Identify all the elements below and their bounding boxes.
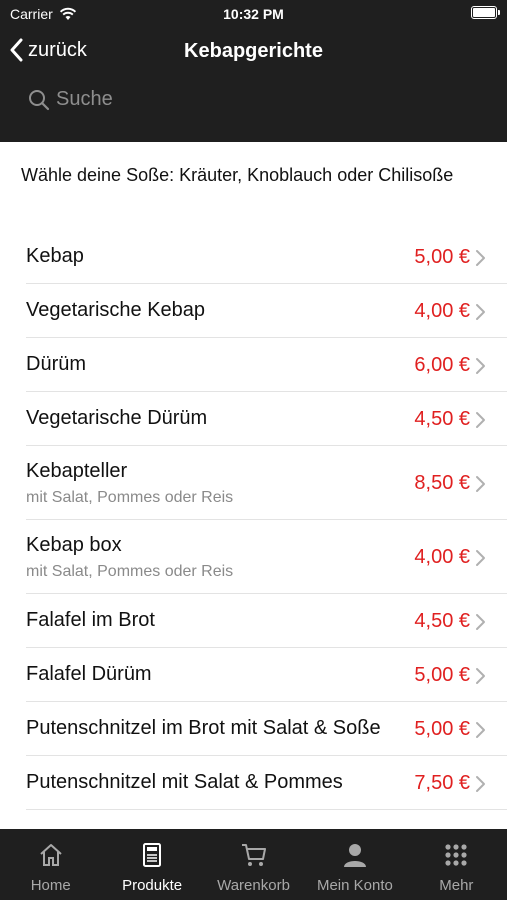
tab-mehr[interactable]: Mehr <box>406 829 507 900</box>
item-price: 5,00 € <box>414 664 470 686</box>
list-item[interactable]: Vegetarische Dürüm 4,50 € <box>26 392 507 446</box>
chevron-right-icon <box>476 358 485 374</box>
tab-bar: Home Produkte Warenkorb Mein Konto Mehr <box>0 829 507 900</box>
item-name: Putenschnitzel im Brot mit Salat & Soße <box>26 717 381 739</box>
item-price: 4,50 € <box>414 408 470 430</box>
search-icon <box>29 89 50 110</box>
chevron-right-icon <box>476 550 485 566</box>
tab-label: Mein Konto <box>316 877 393 894</box>
tab-label: Produkte <box>122 877 183 894</box>
item-price: 8,50 € <box>414 472 470 494</box>
item-name: Putenschnitzel mit Salat & Pommes <box>26 771 343 793</box>
product-list: Kebap 5,00 € Vegetarische Kebap 4,00 € Dürüm… <box>0 230 507 810</box>
chevron-right-icon <box>476 668 485 684</box>
list-item[interactable]: Dürüm 6,00 € <box>26 338 507 392</box>
item-name: Kebap <box>26 245 84 267</box>
item-price: 7,50 € <box>414 772 470 794</box>
navigation-bar: zurück Kebapgerichte <box>0 34 507 70</box>
item-name: Falafel Dürüm <box>26 663 152 685</box>
list-item[interactable]: Kebap 5,00 € <box>26 230 507 284</box>
person-icon <box>341 841 369 877</box>
chevron-right-icon <box>476 722 485 738</box>
tab-label: Home <box>30 877 71 894</box>
list-item[interactable]: Vegetarische Kebap 4,00 € <box>26 284 507 338</box>
item-price: 4,00 € <box>414 300 470 322</box>
cart-icon <box>240 841 268 877</box>
item-name: Falafel im Brot <box>26 609 155 631</box>
status-bar: Carrier 10:32 PM <box>0 0 507 28</box>
item-price: 5,00 € <box>414 246 470 268</box>
chevron-right-icon <box>476 412 485 428</box>
item-price: 5,00 € <box>414 718 470 740</box>
grid-dots-icon <box>442 841 470 877</box>
chevron-right-icon <box>476 304 485 320</box>
item-name: Dürüm <box>26 353 87 375</box>
home-icon <box>37 841 65 877</box>
list-item[interactable]: Falafel Dürüm 5,00 € <box>26 648 507 702</box>
tab-produkte[interactable]: Produkte <box>101 829 202 900</box>
tab-mein-konto[interactable]: Mein Konto <box>304 829 405 900</box>
tab-label: Mehr <box>439 877 474 894</box>
item-price: 6,00 € <box>414 354 470 376</box>
chevron-right-icon <box>476 776 485 792</box>
status-time: 10:32 PM <box>223 6 284 22</box>
item-name: Vegetarische Kebap <box>26 299 206 321</box>
item-name: Kebap box <box>26 534 122 556</box>
chevron-right-icon <box>476 614 485 630</box>
item-description: mit Salat, Pommes oder Reis <box>26 489 234 506</box>
chevron-right-icon <box>476 476 485 492</box>
list-item[interactable]: Kebap box mit Salat, Pommes oder Reis 4,00… <box>26 520 507 594</box>
list-item[interactable]: Falafel im Brot 4,50 € <box>26 594 507 648</box>
search-field[interactable]: Suche <box>28 88 113 111</box>
list-item[interactable]: Putenschnitzel im Brot mit Salat & Soße 5… <box>26 702 507 756</box>
sauce-note: Wähle deine Soße: Kräuter, Knoblauch ode… <box>21 165 454 185</box>
item-price: 4,50 € <box>414 610 470 632</box>
header: Carrier 10:32 PM zurück Kebapgerichte Su… <box>0 0 507 142</box>
battery-icon <box>471 6 500 19</box>
item-price: 4,00 € <box>414 546 470 568</box>
list-item[interactable]: Kebapteller mit Salat, Pommes oder Reis 8,… <box>26 446 507 520</box>
search-placeholder: Suche <box>56 88 113 110</box>
list-item[interactable]: Putenschnitzel mit Salat & Pommes 7,50 € <box>26 756 507 810</box>
tab-warenkorb[interactable]: Warenkorb <box>203 829 304 900</box>
item-name: Kebapteller <box>26 460 128 482</box>
tab-label: Warenkorb <box>217 877 290 894</box>
chevron-right-icon <box>476 250 485 266</box>
item-name: Vegetarische Dürüm <box>26 407 208 429</box>
tab-home[interactable]: Home <box>0 829 101 900</box>
page-title: Kebapgerichte <box>184 40 323 62</box>
item-description: mit Salat, Pommes oder Reis <box>26 563 234 580</box>
menu-card-icon <box>138 841 166 877</box>
